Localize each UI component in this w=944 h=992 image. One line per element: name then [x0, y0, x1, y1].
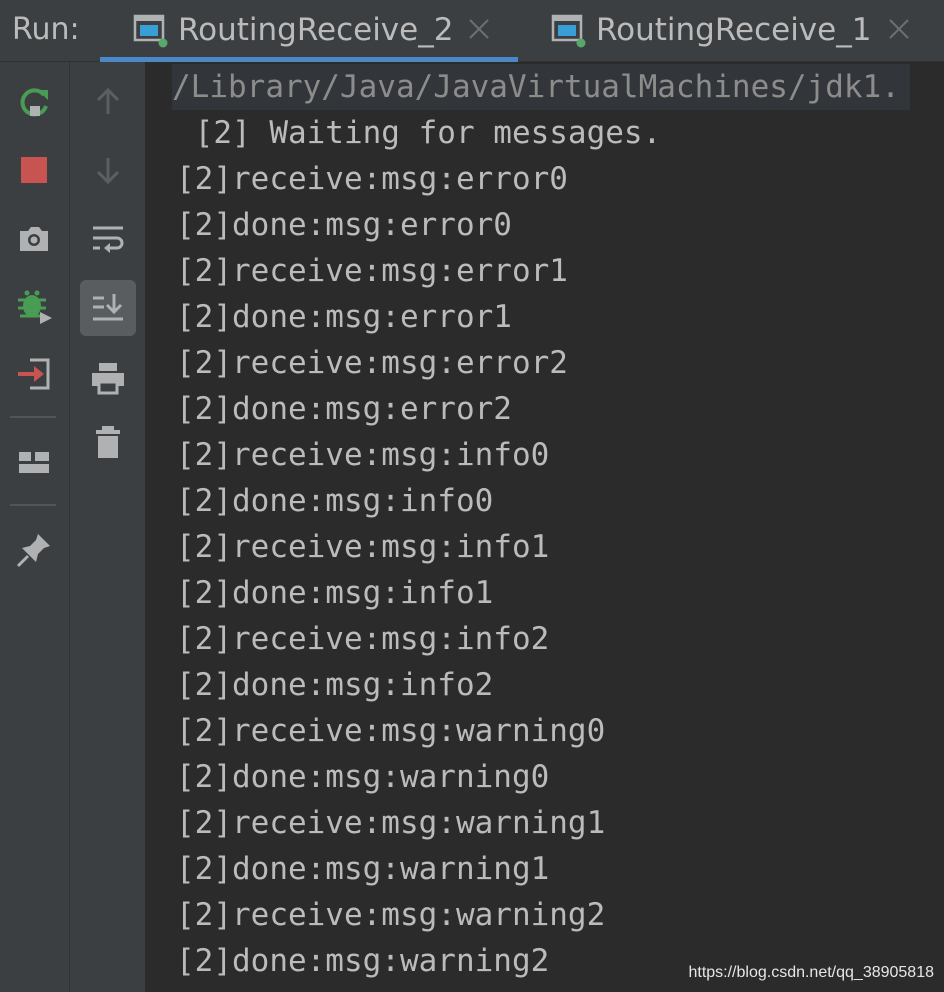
print-button[interactable] — [80, 350, 136, 406]
console-line: [2]done:msg:warning2 — [176, 943, 550, 979]
console-line: [2]receive:msg:info1 — [176, 529, 550, 565]
pin-icon — [16, 534, 50, 568]
soft-wrap-icon — [93, 226, 124, 253]
trash-icon — [96, 426, 120, 458]
print-icon — [92, 363, 124, 395]
arrow-down-icon — [96, 158, 120, 185]
run-actions-toolbar — [0, 62, 70, 992]
close-icon[interactable] — [464, 14, 494, 44]
pin-tab-button[interactable] — [6, 522, 62, 578]
command-line: /Library/Java/JavaVirtualMachines/jdk1. — [172, 64, 910, 110]
layout-icon — [19, 452, 49, 473]
console-run-icon — [133, 14, 168, 48]
tab-routing-receive-2[interactable]: RoutingReceive_2 — [100, 0, 518, 62]
console-line: [2]receive:msg:warning2 — [176, 897, 606, 933]
console-line: [2]done:msg:error0 — [176, 207, 512, 243]
console-actions-toolbar — [70, 62, 146, 992]
run-tab-bar: Run: RoutingReceive_2 RoutingReceive_1 — [0, 0, 944, 62]
run-label: Run: — [12, 12, 80, 47]
tab-label: RoutingReceive_2 — [178, 12, 454, 48]
watermark: https://blog.csdn.net/qq_38905818 — [688, 964, 934, 981]
console-line: [2]receive:msg:info0 — [176, 437, 550, 473]
scroll-to-end-button[interactable] — [80, 280, 136, 336]
rerun-button[interactable] — [6, 74, 62, 130]
clear-all-button[interactable] — [80, 414, 136, 470]
console-line: [2]receive:msg:info2 — [176, 621, 550, 657]
debug-icon — [18, 290, 52, 324]
previous-occurrence-button[interactable] — [80, 74, 136, 130]
exit-button[interactable] — [6, 346, 62, 402]
arrow-up-icon — [96, 87, 120, 114]
stop-button[interactable] — [6, 142, 62, 198]
tab-routing-receive-1[interactable]: RoutingReceive_1 — [540, 0, 940, 62]
console-line: [2]receive:msg:error0 — [176, 161, 568, 197]
console-line: [2]done:msg:info0 — [176, 483, 494, 519]
scroll-to-end-icon — [93, 294, 123, 321]
restore-layout-button[interactable] — [6, 434, 62, 490]
next-occurrence-button[interactable] — [80, 142, 136, 198]
console-line: [2]receive:msg:error1 — [176, 253, 568, 289]
stop-icon — [21, 157, 47, 183]
run-tool-window: Run: RoutingReceive_2 RoutingReceive_1 /… — [0, 0, 944, 992]
console-line: [2]receive:msg:warning0 — [176, 713, 606, 749]
console-line: [2]receive:msg:warning1 — [176, 805, 606, 841]
exit-icon — [18, 358, 50, 390]
tab-label: RoutingReceive_1 — [596, 12, 872, 48]
dump-threads-button[interactable] — [6, 210, 62, 266]
console-line: [2]done:msg:warning1 — [176, 851, 550, 887]
rerun-icon — [20, 88, 48, 117]
console-output[interactable]: /Library/Java/JavaVirtualMachines/jdk1. … — [146, 62, 944, 992]
console-run-icon — [551, 14, 586, 48]
debug-button[interactable] — [6, 278, 62, 334]
console-line: [2]done:msg:info2 — [176, 667, 494, 703]
close-icon[interactable] — [884, 14, 914, 44]
toolbar-separator — [10, 504, 56, 506]
console-line: [2]receive:msg:error2 — [176, 345, 568, 381]
toolbar-separator — [10, 416, 56, 418]
soft-wrap-button[interactable] — [80, 210, 136, 266]
console-line: [2]done:msg:error2 — [176, 391, 512, 427]
console-line: [2] Waiting for messages. — [176, 115, 662, 151]
console-line: [2]done:msg:error1 — [176, 299, 512, 335]
camera-icon — [20, 227, 48, 251]
console-line: [2]done:msg:info1 — [176, 575, 494, 611]
console-line: [2]done:msg:warning0 — [176, 759, 550, 795]
